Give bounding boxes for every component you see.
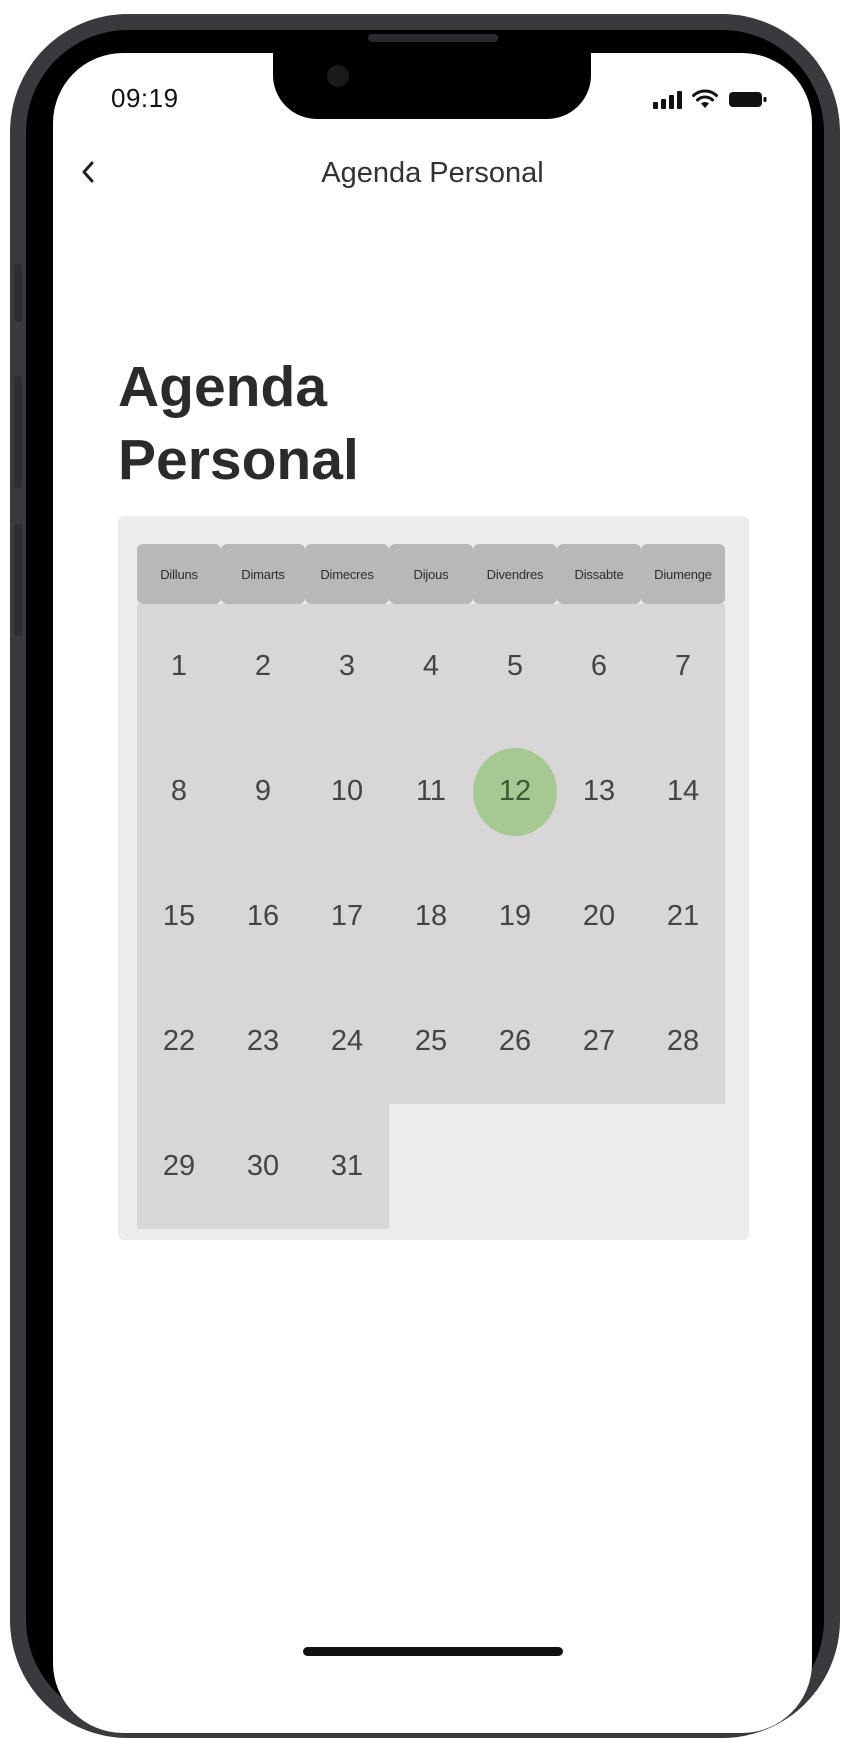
weekday-friday: Divendres	[473, 544, 557, 604]
day-number: 10	[330, 775, 364, 807]
day-number: 23	[246, 1025, 280, 1057]
battery-icon	[729, 92, 767, 107]
day-number: 14	[666, 775, 700, 807]
day-number: 13	[582, 775, 616, 807]
page-heading-line-1: Agenda	[118, 355, 328, 419]
calendar-day[interactable]: 25	[389, 979, 473, 1104]
notch	[273, 53, 591, 119]
calendar-day[interactable]: 26	[473, 979, 557, 1104]
day-number: 16	[246, 900, 280, 932]
day-number: 22	[162, 1025, 196, 1057]
calendar-day[interactable]: 8	[137, 729, 221, 854]
calendar-day[interactable]: 27	[557, 979, 641, 1104]
day-number: 28	[666, 1025, 700, 1057]
calendar-day[interactable]: 16	[221, 854, 305, 979]
calendar-day[interactable]: 7	[641, 604, 725, 729]
day-cells: 1 2 3 4 5 6 7 8 9 10 11 12 13 14 15 16 1…	[137, 604, 725, 1229]
day-number: 7	[674, 650, 692, 682]
cellular-signal-icon	[653, 91, 682, 109]
calendar-day[interactable]: 29	[137, 1104, 221, 1229]
day-number: 29	[162, 1150, 196, 1182]
weekday-header: Dilluns Dimarts Dimecres Dijous Divendre…	[137, 544, 725, 604]
day-number: 8	[170, 775, 188, 807]
day-number-selected: 12	[473, 747, 557, 836]
calendar-day[interactable]: 18	[389, 854, 473, 979]
day-number: 15	[162, 900, 196, 932]
day-number: 30	[246, 1150, 280, 1182]
day-number: 26	[498, 1025, 532, 1057]
calendar-day[interactable]: 10	[305, 729, 389, 854]
home-indicator[interactable]	[303, 1647, 563, 1656]
calendar-day[interactable]: 24	[305, 979, 389, 1104]
page-heading-line-2: Personal	[118, 428, 359, 492]
day-number: 6	[590, 650, 608, 682]
day-number: 17	[330, 900, 364, 932]
day-number: 5	[506, 650, 524, 682]
calendar-day[interactable]: 30	[221, 1104, 305, 1229]
weekday-saturday: Dissabte	[557, 544, 641, 604]
weekday-tuesday: Dimarts	[221, 544, 305, 604]
calendar-day[interactable]: 3	[305, 604, 389, 729]
day-number: 3	[338, 650, 356, 682]
calendar-day[interactable]: 20	[557, 854, 641, 979]
camera-icon	[327, 65, 349, 87]
screen: 09:19 Agenda Personal Agenda Personal Di…	[53, 53, 812, 1733]
calendar-day[interactable]: 13	[557, 729, 641, 854]
calendar-day[interactable]: 15	[137, 854, 221, 979]
day-number: 9	[254, 775, 272, 807]
day-number: 24	[330, 1025, 364, 1057]
calendar-day[interactable]: 28	[641, 979, 725, 1104]
calendar-day[interactable]: 5	[473, 604, 557, 729]
volume-up-button	[14, 376, 22, 488]
calendar-day[interactable]: 14	[641, 729, 725, 854]
calendar-day[interactable]: 22	[137, 979, 221, 1104]
speaker-grille	[368, 34, 498, 42]
day-number: 4	[422, 650, 440, 682]
day-number: 11	[415, 775, 447, 807]
calendar-day[interactable]: 31	[305, 1104, 389, 1229]
calendar: Dilluns Dimarts Dimecres Dijous Divendre…	[118, 516, 749, 1240]
page-heading: Agenda Personal	[118, 351, 518, 497]
calendar-day[interactable]: 6	[557, 604, 641, 729]
day-grid: 1 2 3 4 5 6 7 8 9 10 11 12 13 14 15 16 1…	[137, 604, 725, 1229]
day-number: 27	[582, 1025, 616, 1057]
nav-title: Agenda Personal	[321, 157, 544, 189]
volume-down-button	[14, 524, 22, 636]
day-number: 19	[498, 900, 532, 932]
day-number: 31	[330, 1150, 364, 1182]
calendar-day[interactable]: 17	[305, 854, 389, 979]
day-number: 18	[414, 900, 448, 932]
calendar-day[interactable]: 23	[221, 979, 305, 1104]
calendar-day[interactable]: 2	[221, 604, 305, 729]
calendar-day[interactable]: 19	[473, 854, 557, 979]
weekday-monday: Dilluns	[137, 544, 221, 604]
calendar-day[interactable]: 1	[137, 604, 221, 729]
day-number: 25	[414, 1025, 448, 1057]
status-time: 09:19	[111, 83, 179, 113]
day-number: 20	[582, 900, 616, 932]
silent-switch	[14, 264, 22, 322]
weekday-thursday: Dijous	[389, 544, 473, 604]
status-icons	[653, 89, 768, 109]
weekday-sunday: Diumenge	[641, 544, 725, 604]
day-number: 21	[666, 900, 700, 932]
calendar-day[interactable]: 11	[389, 729, 473, 854]
calendar-day-selected[interactable]: 12	[473, 729, 557, 854]
calendar-day[interactable]: 4	[389, 604, 473, 729]
weekday-wednesday: Dimecres	[305, 544, 389, 604]
day-number: 2	[254, 650, 272, 682]
calendar-day[interactable]: 9	[221, 729, 305, 854]
calendar-day[interactable]: 21	[641, 854, 725, 979]
wifi-icon	[692, 89, 718, 108]
day-number: 1	[170, 650, 188, 682]
